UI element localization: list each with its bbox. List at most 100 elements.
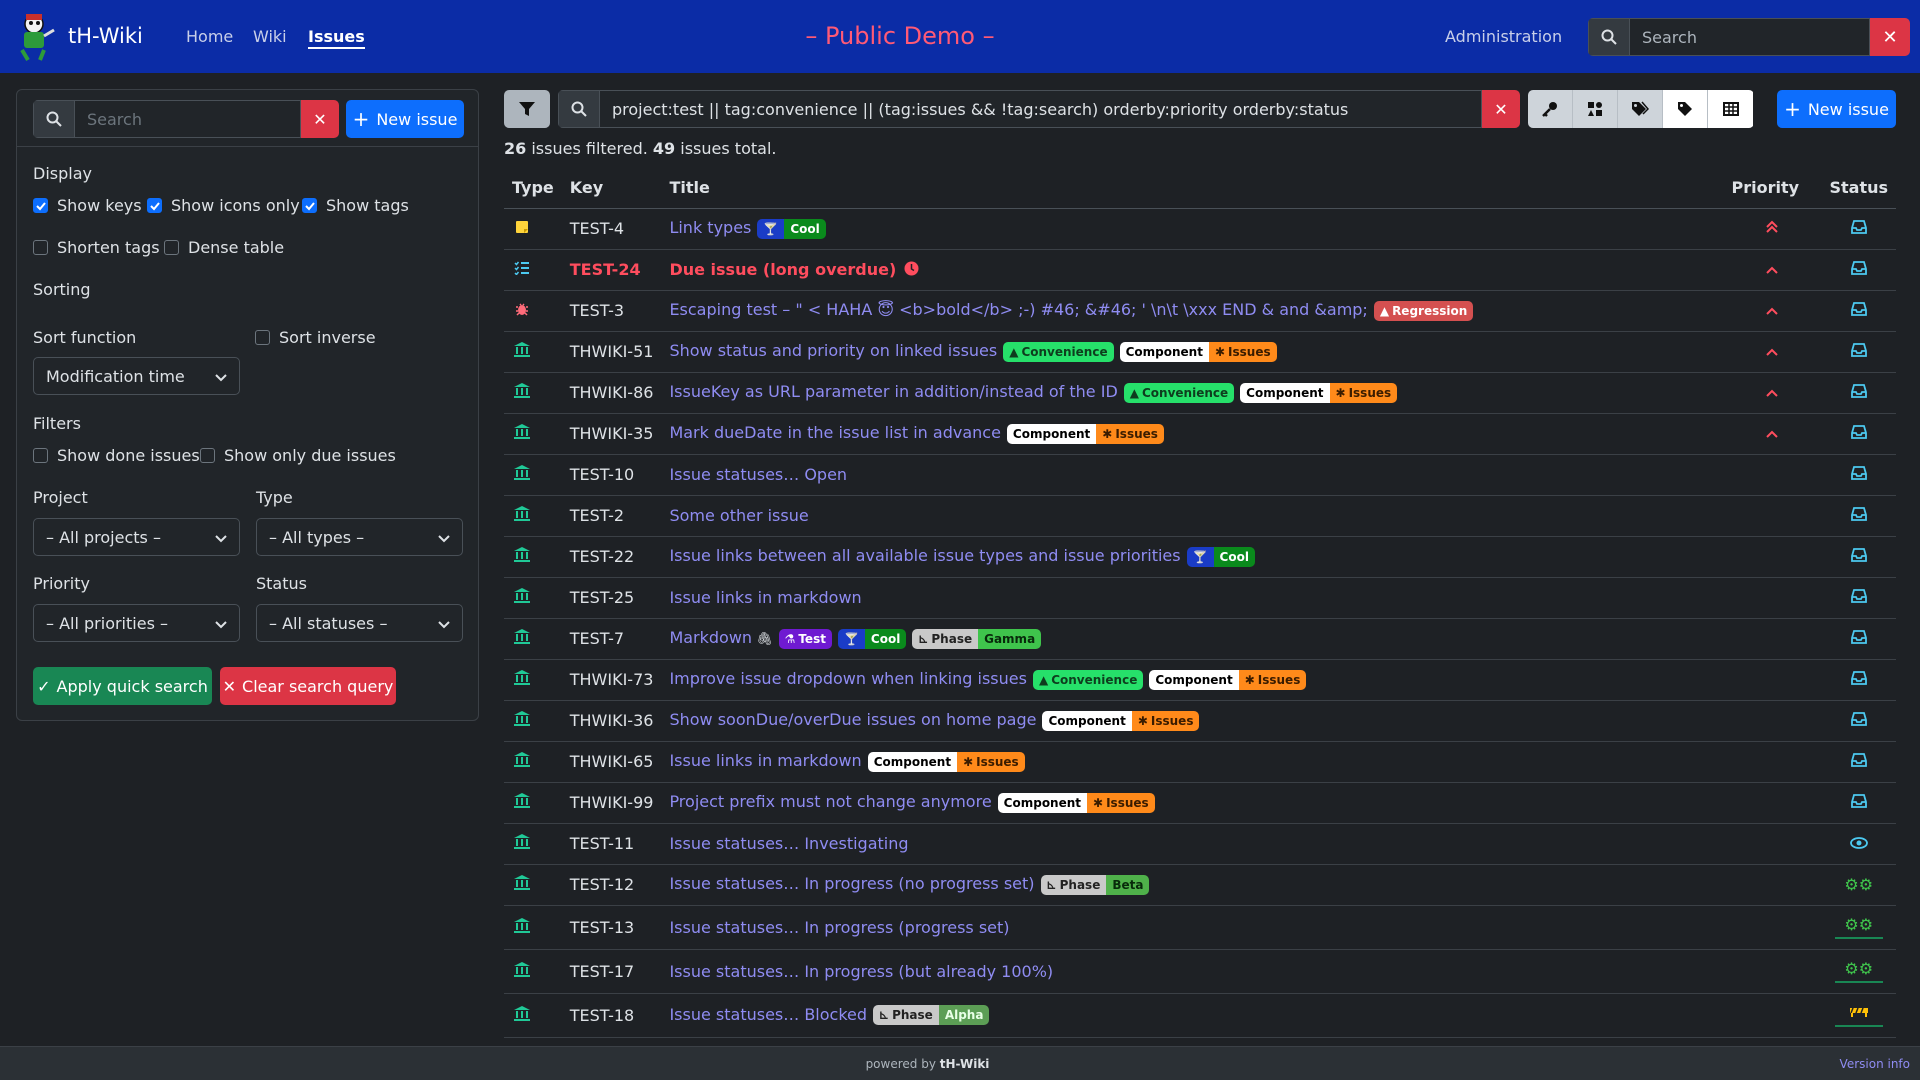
issue-title[interactable]: Issue statuses… In progress (progress se…	[669, 918, 1009, 937]
issue-title[interactable]: Link types	[669, 218, 751, 237]
tag-badge[interactable]: ▲ Convenience	[1032, 669, 1144, 690]
table-row[interactable]: THWIKI-65 Issue links in markdown Compone…	[504, 741, 1896, 783]
issue-key[interactable]: THWIKI-86	[561, 372, 662, 414]
issue-title[interactable]: Show status and priority on linked issue…	[669, 341, 997, 360]
issue-title[interactable]: Issue statuses… Open	[669, 465, 847, 484]
issue-key[interactable]: THWIKI-51	[561, 331, 662, 373]
issue-key[interactable]: TEST-17	[561, 949, 662, 994]
table-row[interactable]: TEST-13 Issue statuses… In progress (pro…	[504, 905, 1896, 950]
project-select[interactable]: – All projects –	[33, 518, 240, 556]
priority-select[interactable]: – All priorities –	[33, 604, 240, 642]
issue-key[interactable]: TEST-18	[561, 993, 662, 1038]
tag-badge[interactable]: ⊾ Phase Gamma	[912, 628, 1042, 649]
issue-title[interactable]: Some other issue	[669, 506, 808, 525]
col-key[interactable]: Key	[561, 167, 662, 209]
tag-badge[interactable]: Component ✱ Issues	[867, 751, 1025, 772]
footer-brand[interactable]: tH-Wiki	[940, 1057, 990, 1071]
clear-icon[interactable]: ✕	[1870, 18, 1910, 56]
sort-function-select[interactable]: Modification time	[33, 357, 240, 395]
table-icon[interactable]	[1708, 90, 1753, 128]
issue-key[interactable]: TEST-25	[561, 577, 662, 619]
col-status[interactable]: Status	[1821, 167, 1896, 209]
table-row[interactable]: TEST-11 Issue statuses… Investigating	[504, 823, 1896, 865]
issue-title[interactable]: Project prefix must not change anymore	[669, 792, 991, 811]
table-row[interactable]: THWIKI-99 Project prefix must not change…	[504, 782, 1896, 824]
key-icon[interactable]	[1528, 90, 1573, 128]
issue-key[interactable]: TEST-24	[561, 249, 662, 291]
tag-badge[interactable]: ▲ Convenience	[1123, 382, 1235, 403]
sidebar-search-input[interactable]: Search	[75, 100, 301, 138]
col-type[interactable]: Type	[504, 167, 562, 209]
tag-badge[interactable]: Component ✱ Issues	[1119, 341, 1277, 362]
table-row[interactable]: TEST-3 Escaping test – " < HAHA 😇 <b>bol…	[504, 290, 1896, 332]
table-row[interactable]: TEST-17 Issue statuses… In progress (but…	[504, 949, 1896, 994]
global-search-input[interactable]: Search	[1630, 18, 1870, 56]
col-title[interactable]: Title	[661, 167, 1724, 209]
tag-badge[interactable]: Component ✱ Issues	[997, 792, 1155, 813]
table-row[interactable]: TEST-24 Due issue (long overdue)	[504, 249, 1896, 291]
issue-key[interactable]: TEST-10	[561, 454, 662, 496]
issue-title[interactable]: Markdown	[669, 628, 752, 647]
tag-icon[interactable]	[1663, 90, 1708, 128]
issue-key[interactable]: THWIKI-35	[561, 413, 662, 455]
tag-badge[interactable]: 🍸 Cool	[1186, 546, 1255, 567]
show-tags-checkbox[interactable]: Show tags	[302, 196, 409, 215]
table-row[interactable]: TEST-18 Issue statuses… Blocked ⊾ Phase Alp…	[504, 993, 1896, 1038]
issue-title[interactable]: Issue statuses… Investigating	[669, 834, 908, 853]
issue-title[interactable]: Issue statuses… Blocked	[669, 1005, 867, 1024]
table-row[interactable]: TEST-22 Issue links between all availabl…	[504, 536, 1896, 578]
clear-icon[interactable]: ✕	[301, 100, 339, 138]
tag-badge[interactable]: 🍸 Cool	[837, 628, 907, 649]
table-row[interactable]: THWIKI-51 Show status and priority on li…	[504, 331, 1896, 373]
issue-key[interactable]: TEST-2	[561, 495, 662, 537]
clear-icon[interactable]: ✕	[1482, 90, 1520, 128]
new-issue-button[interactable]: + New issue	[1777, 90, 1896, 128]
tag-badge[interactable]: ⊾ Phase Beta	[1040, 874, 1150, 895]
table-row[interactable]: THWIKI-86 IssueKey as URL parameter in a…	[504, 372, 1896, 414]
filter-toggle-button[interactable]	[504, 90, 550, 128]
tag-badge[interactable]: Component ✱ Issues	[1240, 382, 1398, 403]
tag-badge[interactable]: ⚗ Test	[778, 628, 832, 649]
table-row[interactable]: THWIKI-73 Improve issue dropdown when li…	[504, 659, 1896, 701]
new-issue-button[interactable]: + New issue	[346, 100, 464, 138]
show-done-checkbox[interactable]: Show done issues	[33, 446, 200, 465]
type-select[interactable]: – All types –	[256, 518, 463, 556]
show-due-checkbox[interactable]: Show only due issues	[200, 446, 396, 465]
show-keys-checkbox[interactable]: Show keys	[33, 196, 142, 215]
sort-inverse-checkbox[interactable]: Sort inverse	[255, 328, 376, 347]
issue-title[interactable]: Issue statuses… In progress (no progress…	[669, 874, 1034, 893]
issue-title[interactable]: IssueKey as URL parameter in addition/in…	[669, 382, 1117, 401]
table-row[interactable]: THWIKI-36 Show soonDue/overDue issues on…	[504, 700, 1896, 742]
table-row[interactable]: TEST-7 Markdown 🖇 ⚗ Test 🍸 Cool ⊾ Phase Gamma	[504, 618, 1896, 660]
table-row[interactable]: TEST-12 Issue statuses… In progress (no …	[504, 864, 1896, 906]
query-input[interactable]: project:test || tag:convenience || (tag:…	[600, 90, 1482, 128]
issue-key[interactable]: TEST-12	[561, 864, 662, 906]
dense-table-checkbox[interactable]: Dense table	[164, 238, 284, 257]
issue-title[interactable]: Issue links in markdown	[669, 751, 861, 770]
table-row[interactable]: THWIKI-35 Mark dueDate in the issue list…	[504, 413, 1896, 455]
search-icon[interactable]	[558, 90, 600, 128]
issue-title[interactable]: Issue links in markdown	[669, 588, 861, 607]
show-icons-only-checkbox[interactable]: Show icons only	[147, 196, 300, 215]
tag-badge[interactable]: ⊾ Phase Alpha	[873, 1005, 990, 1026]
issue-key[interactable]: TEST-7	[561, 618, 662, 660]
clear-search-query-button[interactable]: ✕ Clear search query	[220, 667, 396, 705]
tags-icon[interactable]	[1618, 90, 1663, 128]
col-priority[interactable]: Priority	[1723, 167, 1822, 209]
issue-key[interactable]: THWIKI-65	[561, 741, 662, 783]
search-icon[interactable]	[1588, 18, 1630, 56]
shorten-tags-checkbox[interactable]: Shorten tags	[33, 238, 160, 257]
version-info-link[interactable]: Version info	[1840, 1057, 1910, 1071]
tag-badge[interactable]: Component ✱ Issues	[1042, 710, 1200, 731]
status-select[interactable]: – All statuses –	[256, 604, 463, 642]
issue-key[interactable]: TEST-13	[561, 905, 662, 950]
issue-key[interactable]: TEST-4	[561, 208, 662, 250]
tag-badge[interactable]: Component ✱ Issues	[1149, 669, 1307, 690]
table-row[interactable]: TEST-2 Some other issue	[504, 495, 1896, 537]
apply-quick-search-button[interactable]: ✓ Apply quick search	[33, 667, 212, 705]
tag-badge[interactable]: Component ✱ Issues	[1006, 423, 1164, 444]
issue-title[interactable]: Issue links between all available issue …	[669, 546, 1180, 565]
issue-key[interactable]: THWIKI-73	[561, 659, 662, 701]
issue-key[interactable]: THWIKI-99	[561, 782, 662, 824]
issue-key[interactable]: THWIKI-36	[561, 700, 662, 742]
